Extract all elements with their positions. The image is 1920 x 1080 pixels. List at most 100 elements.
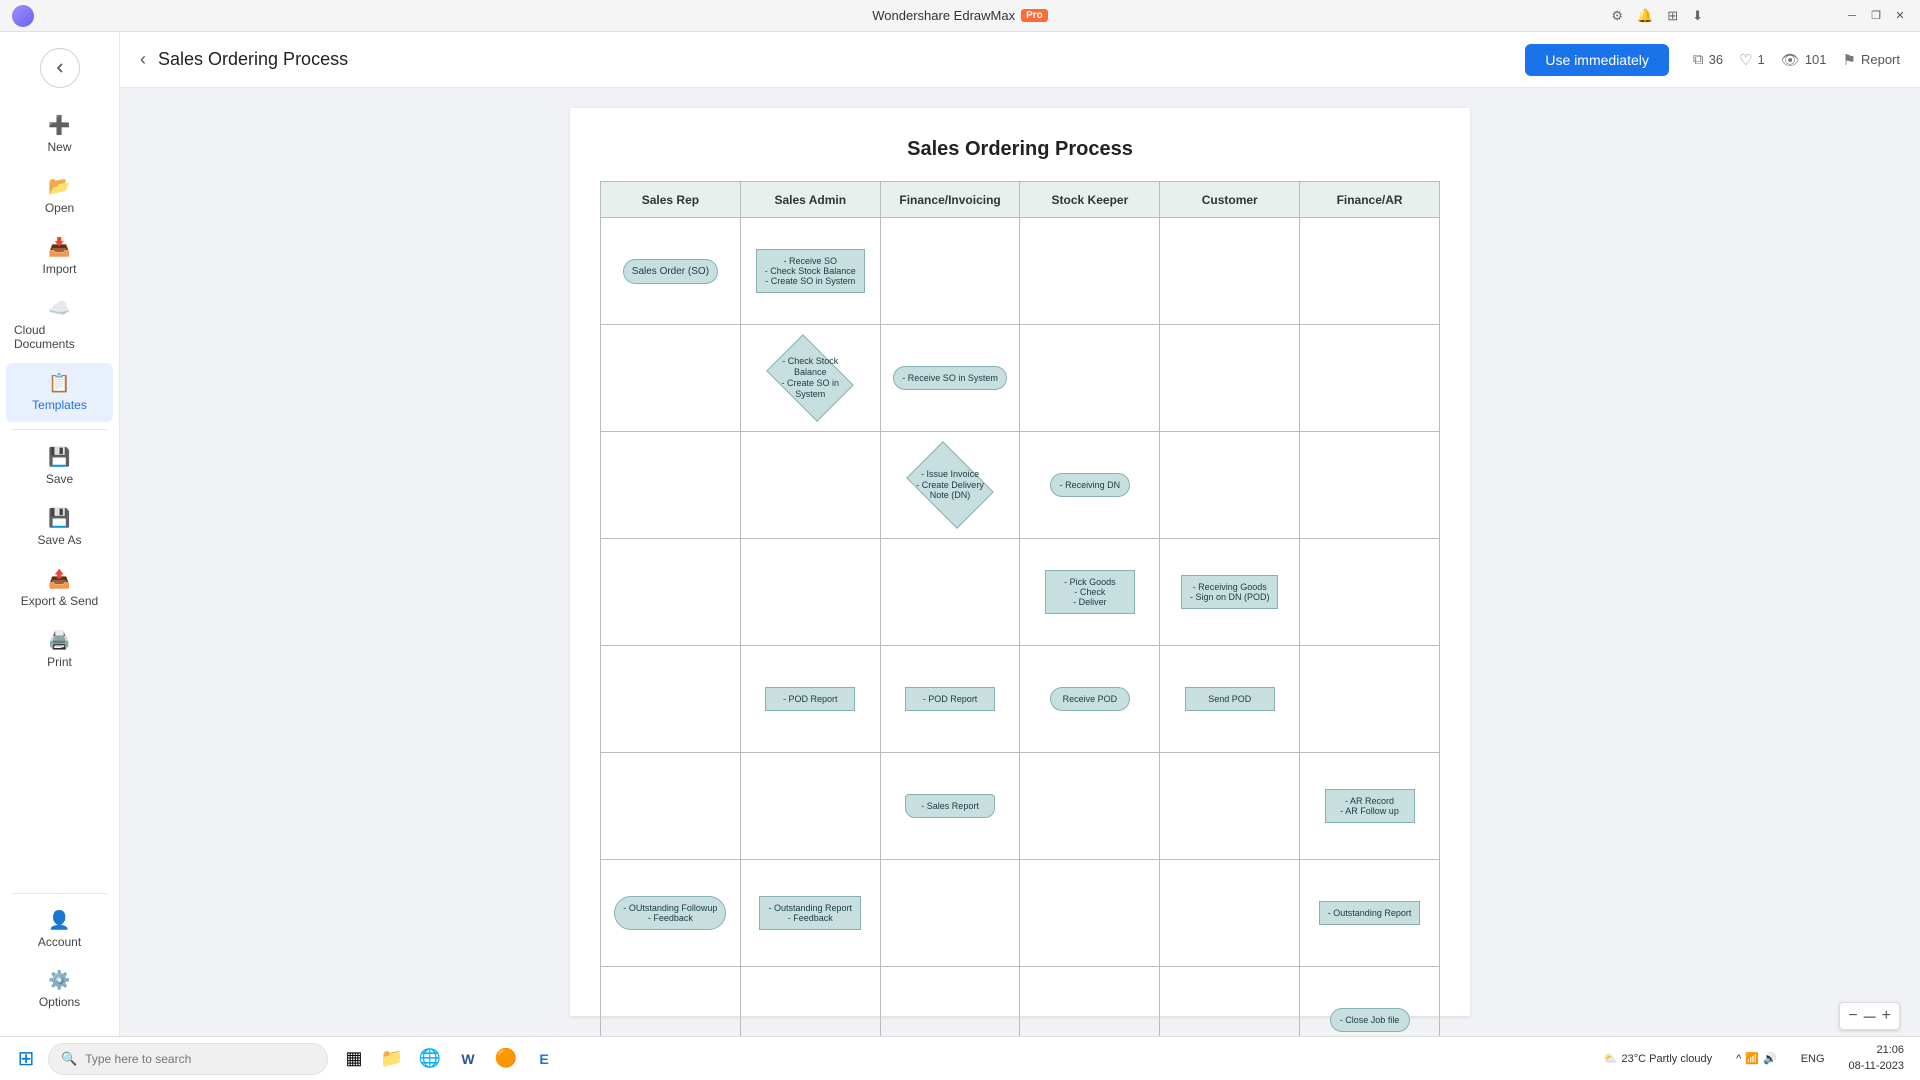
cell-so: Sales Order (SO) <box>601 218 741 325</box>
edge-button[interactable]: 🌐 <box>412 1041 448 1077</box>
diagram-area: Sales Ordering Process Sales Rep Sales A… <box>120 88 1920 1036</box>
sidebar-label-print: Print <box>47 655 72 669</box>
sidebar-bottom: 👤 Account ⚙️ Options <box>0 887 119 1036</box>
table-row: - Pick Goods- Check- Deliver - Receiving… <box>601 539 1440 646</box>
cell-receive-so-sys: - Receive SO in System <box>880 325 1020 432</box>
cell-empty-15 <box>880 539 1020 646</box>
sidebar-item-import[interactable]: 📥 Import <box>6 227 113 286</box>
pro-badge: Pro <box>1021 9 1048 22</box>
minimize-button[interactable]: ─ <box>1844 8 1860 24</box>
zoom-indicator: — <box>1864 1009 1876 1023</box>
weather-icon: ⛅ <box>1604 1052 1618 1065</box>
file-explorer-button[interactable]: 📁 <box>374 1041 410 1077</box>
cell-close-job: - Close Job file <box>1300 967 1440 1037</box>
cell-empty-23 <box>880 860 1020 967</box>
sidebar-item-export[interactable]: 📤 Export & Send <box>6 559 113 618</box>
shape-close-job: - Close Job file <box>1330 1008 1410 1032</box>
task-view-button[interactable]: ▦ <box>336 1041 372 1077</box>
sidebar-label-account: Account <box>38 935 81 949</box>
sidebar-label-new: New <box>47 140 71 154</box>
taskbar-search-input[interactable] <box>85 1052 285 1066</box>
cell-check-stock: - Check StockBalance- Create SO inSystem <box>740 325 880 432</box>
sidebar-label-options: Options <box>39 995 80 1009</box>
diagram-title: Sales Ordering Process <box>600 138 1440 161</box>
cell-receive-so: - Receive SO- Check Stock Balance- Creat… <box>740 218 880 325</box>
system-clock[interactable]: 21:06 08-11-2023 <box>1841 1041 1912 1076</box>
col-finance-invoicing: Finance/Invoicing <box>880 182 1020 218</box>
system-tray[interactable]: ^ 📶 🔊 <box>1728 1048 1785 1069</box>
sidebar-item-save[interactable]: 💾 Save <box>6 437 113 496</box>
header-stats: ⧉ 36 ♡ 1 👁 101 ⚑ Report <box>1693 51 1900 69</box>
cell-issue-invoice: - Issue Invoice- Create DeliveryNote (DN… <box>880 432 1020 539</box>
cell-sales-report: - Sales Report <box>880 753 1020 860</box>
cell-empty-14 <box>740 539 880 646</box>
cloud-icon: ☁️ <box>48 298 70 319</box>
cell-empty-10 <box>740 432 880 539</box>
zoom-in-button[interactable]: + <box>1882 1007 1891 1025</box>
sidebar-item-new[interactable]: ➕ New <box>6 105 113 164</box>
sidebar-item-options[interactable]: ⚙️ Options <box>6 960 113 1019</box>
header-back-button[interactable]: ‹ <box>140 49 146 70</box>
sidebar-label-templates: Templates <box>32 398 87 412</box>
cell-empty-11 <box>1160 432 1300 539</box>
report-label: Report <box>1861 52 1900 67</box>
table-row: - Close Job file <box>601 967 1440 1037</box>
back-button[interactable] <box>40 48 80 88</box>
avatar <box>12 5 34 27</box>
like-value: 1 <box>1758 52 1765 67</box>
print-icon: 🖨️ <box>48 630 70 651</box>
templates-icon: 📋 <box>48 373 70 394</box>
zoom-out-button[interactable]: − <box>1848 1007 1857 1025</box>
cell-empty-6 <box>1020 325 1160 432</box>
cell-empty-26 <box>601 967 741 1037</box>
language-indicator[interactable]: ENG <box>1793 1049 1833 1069</box>
taskbar-search-box[interactable]: 🔍 <box>48 1043 328 1075</box>
cell-empty-20 <box>740 753 880 860</box>
table-row: - Sales Report - AR Record- AR Follow up <box>601 753 1440 860</box>
shape-outstanding-admin: - Outstanding Report- Feedback <box>759 896 861 930</box>
start-button[interactable]: ⊞ <box>8 1041 44 1077</box>
cell-empty-13 <box>601 539 741 646</box>
sidebar-item-open[interactable]: 📂 Open <box>6 166 113 225</box>
edrawmax-button[interactable]: E <box>526 1041 562 1077</box>
word-button[interactable]: W <box>450 1041 486 1077</box>
table-row: - OUtstanding Followup- Feedback - Outst… <box>601 860 1440 967</box>
sidebar-item-print[interactable]: 🖨️ Print <box>6 620 113 679</box>
shape-issue-invoice: - Issue Invoice- Create DeliveryNote (DN… <box>910 455 990 515</box>
bell-icon[interactable]: 🔔 <box>1632 4 1658 28</box>
shape-check-stock: - Check StockBalance- Create SO inSystem <box>770 348 850 408</box>
save-icon[interactable]: ⬇ <box>1687 4 1708 28</box>
cell-empty-7 <box>1160 325 1300 432</box>
chrome-button[interactable]: 🟠 <box>488 1041 524 1077</box>
table-row: - POD Report - POD Report Receive PO <box>601 646 1440 753</box>
flag-icon: ⚑ <box>1843 51 1856 69</box>
export-icon: 📤 <box>48 569 70 590</box>
grid-icon[interactable]: ⊞ <box>1662 4 1683 28</box>
cell-empty-3 <box>1160 218 1300 325</box>
sidebar-item-saveas[interactable]: 💾 Save As <box>6 498 113 557</box>
cell-outstanding-ar: - Outstanding Report <box>1300 860 1440 967</box>
eye-icon: 👁 <box>1781 51 1800 69</box>
cell-pod-admin: - POD Report <box>740 646 880 753</box>
settings-icon[interactable]: ⚙ <box>1606 4 1628 28</box>
clock-date: 08-11-2023 <box>1849 1059 1904 1074</box>
top-icon-group: ⚙ 🔔 ⊞ ⬇ <box>1606 0 1708 32</box>
sidebar-item-templates[interactable]: 📋 Templates <box>6 363 113 422</box>
shape-send-pod: Send POD <box>1185 687 1275 711</box>
shape-pod-finance: - POD Report <box>905 687 995 711</box>
table-row: - Issue Invoice- Create DeliveryNote (DN… <box>601 432 1440 539</box>
report-link[interactable]: ⚑ Report <box>1843 51 1900 69</box>
use-immediately-button[interactable]: Use immediately <box>1525 44 1668 76</box>
weather-widget[interactable]: ⛅ 23°C Partly cloudy <box>1596 1048 1720 1069</box>
sidebar-item-cloud[interactable]: ☁️ Cloud Documents <box>6 288 113 361</box>
sidebar-item-account[interactable]: 👤 Account <box>6 900 113 959</box>
copy-icon: ⧉ <box>1693 51 1704 68</box>
col-customer: Customer <box>1160 182 1300 218</box>
close-button[interactable]: ✕ <box>1892 8 1908 24</box>
col-stock-keeper: Stock Keeper <box>1020 182 1160 218</box>
clock-time: 21:06 <box>1849 1043 1904 1058</box>
sidebar: ➕ New 📂 Open 📥 Import ☁️ Cloud Documents… <box>0 32 120 1036</box>
cell-pod-finance: - POD Report <box>880 646 1020 753</box>
language-text: ENG <box>1801 1053 1825 1065</box>
restore-button[interactable]: ❐ <box>1868 8 1884 24</box>
